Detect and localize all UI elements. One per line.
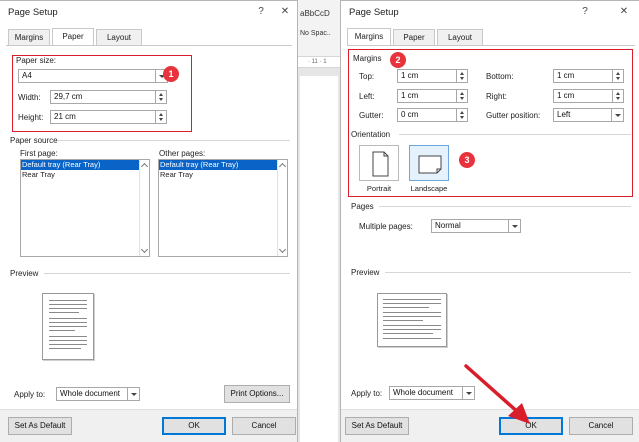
annotation-box-margins-orientation xyxy=(348,49,633,197)
tab-underline xyxy=(6,45,292,46)
scrollbar[interactable] xyxy=(277,160,287,256)
tab-layout[interactable]: Layout xyxy=(96,29,142,45)
multiple-pages-label: Multiple pages: xyxy=(359,222,413,231)
list-item[interactable]: Rear Tray xyxy=(21,170,139,180)
preview-label: Preview xyxy=(351,268,380,277)
chevron-down-icon[interactable] xyxy=(128,387,140,401)
annotation-badge-3: 3 xyxy=(459,152,475,168)
chevron-down-icon[interactable] xyxy=(140,245,149,254)
chevron-up-icon[interactable] xyxy=(278,162,287,171)
annotation-badge-1: 1 xyxy=(163,66,179,82)
divider xyxy=(58,140,290,141)
preview-label: Preview xyxy=(10,269,39,278)
help-button[interactable]: ? xyxy=(578,6,592,17)
chevron-up-icon[interactable] xyxy=(140,162,149,171)
divider xyxy=(385,272,631,273)
tab-layout[interactable]: Layout xyxy=(437,29,483,45)
annotation-badge-2: 2 xyxy=(390,52,406,68)
cancel-button[interactable]: Cancel xyxy=(569,417,633,435)
page-preview xyxy=(377,293,447,347)
list-item[interactable]: Default tray (Rear Tray) xyxy=(159,160,277,170)
page-setup-dialog-paper: Page Setup ? ✕ Margins Paper Layout Pape… xyxy=(0,0,298,442)
first-page-label: First page: xyxy=(20,149,58,158)
pages-label: Pages xyxy=(351,202,374,211)
multiple-pages-select[interactable]: Normal xyxy=(431,219,509,233)
first-page-list[interactable]: Default tray (Rear Tray) Rear Tray xyxy=(20,159,150,257)
ruler: · 11 · 1 xyxy=(298,56,340,68)
annotation-box-paper-size xyxy=(12,55,192,132)
tab-margins[interactable]: Margins xyxy=(8,29,50,45)
annotation-arrow-icon xyxy=(464,364,530,424)
dialog-title: Page Setup xyxy=(349,7,399,18)
dialog-title: Page Setup xyxy=(8,7,58,18)
document-page xyxy=(300,76,338,442)
help-button[interactable]: ? xyxy=(254,6,268,17)
tab-underline xyxy=(347,45,635,46)
apply-to-label: Apply to: xyxy=(351,389,383,398)
apply-to-label: Apply to: xyxy=(14,390,46,399)
set-as-default-button[interactable]: Set As Default xyxy=(8,417,72,435)
list-item[interactable]: Default tray (Rear Tray) xyxy=(21,160,139,170)
cancel-button[interactable]: Cancel xyxy=(232,417,296,435)
other-pages-label: Other pages: xyxy=(159,149,206,158)
close-icon[interactable]: ✕ xyxy=(617,6,631,17)
scrollbar[interactable] xyxy=(139,160,149,256)
paper-source-label: Paper source xyxy=(10,136,58,145)
close-icon[interactable]: ✕ xyxy=(278,6,292,17)
tab-paper[interactable]: Paper xyxy=(393,29,435,45)
tab-paper[interactable]: Paper xyxy=(52,28,94,45)
ribbon-style-preview: aBbCcD xyxy=(300,9,330,18)
divider xyxy=(379,206,631,207)
page-preview xyxy=(42,293,94,360)
chevron-down-icon[interactable] xyxy=(509,219,521,233)
print-options-button[interactable]: Print Options... xyxy=(224,385,290,403)
ribbon-style-name: No Spac.. xyxy=(300,30,331,37)
ok-button[interactable]: OK xyxy=(162,417,226,435)
apply-to-select[interactable]: Whole document xyxy=(56,387,128,401)
other-pages-list[interactable]: Default tray (Rear Tray) Rear Tray xyxy=(158,159,288,257)
list-item[interactable]: Rear Tray xyxy=(159,170,277,180)
apply-to-select[interactable]: Whole document xyxy=(389,386,463,400)
chevron-down-icon[interactable] xyxy=(278,245,287,254)
divider xyxy=(44,273,290,274)
tab-margins[interactable]: Margins xyxy=(347,28,391,45)
set-as-default-button[interactable]: Set As Default xyxy=(345,417,409,435)
